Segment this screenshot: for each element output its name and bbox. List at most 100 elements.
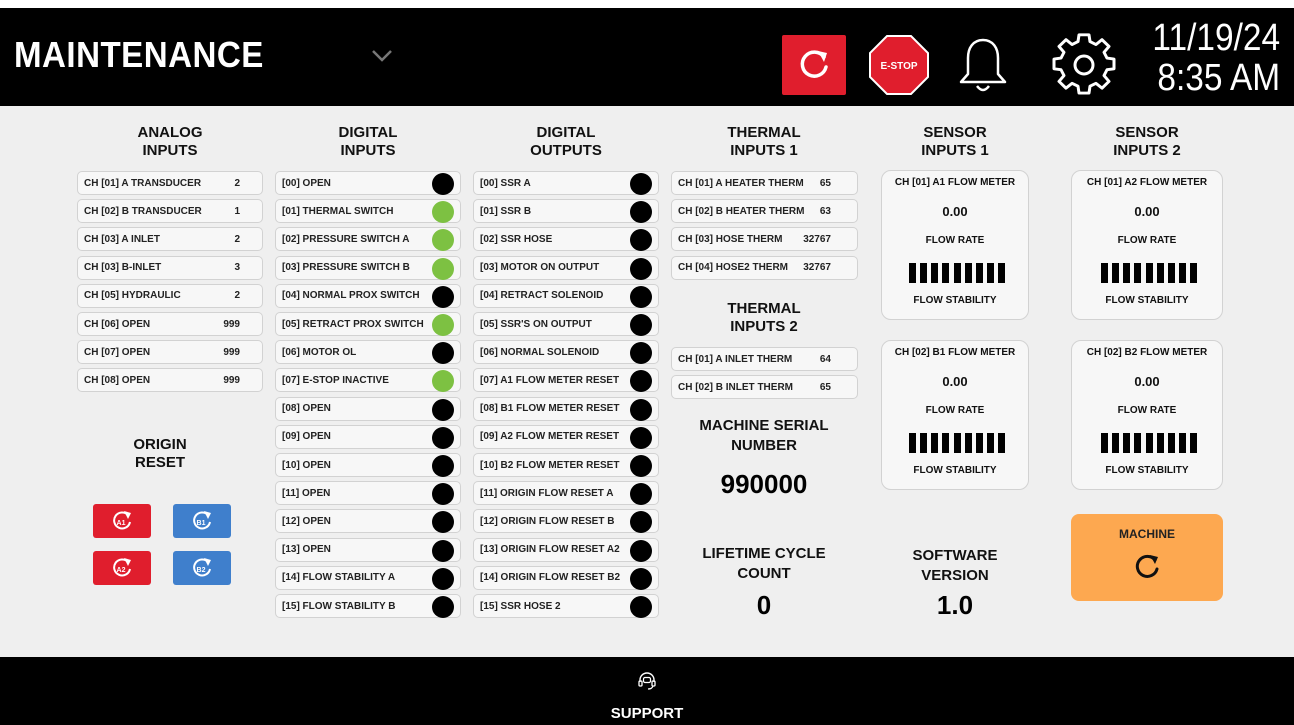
origin-reset-a2-button[interactable]: A2	[93, 551, 151, 585]
stability-bar	[964, 433, 972, 453]
page-title: MAINTENANCE	[14, 34, 264, 75]
digital-outputs-title-line1: DIGITAL	[536, 124, 596, 141]
stability-bar	[1101, 433, 1108, 453]
origin-title-line1: ORIGIN	[133, 436, 187, 453]
stability-bar	[1156, 263, 1164, 283]
origin-button-label: B1	[197, 520, 206, 527]
sensor-inputs-2-title: SENSOR INPUTS 2	[1071, 124, 1223, 160]
status-indicator	[630, 342, 652, 365]
stability-bar	[1123, 263, 1131, 283]
software-label-line1: SOFTWARE	[912, 547, 998, 564]
origin-reset-title: ORIGIN RESET	[100, 436, 220, 472]
reset-icon: A2	[113, 558, 131, 577]
stability-bar	[1112, 433, 1120, 453]
digital-input-row: [08] OPEN	[275, 396, 461, 421]
channel-value: 65	[819, 381, 831, 393]
digital-input-row: [14] FLOW STABILITY A	[275, 565, 461, 590]
stability-bar	[1190, 263, 1197, 283]
thermal-input-row: CH [01] A INLET THERM 64	[671, 347, 858, 371]
status-indicator	[432, 229, 454, 252]
status-indicator	[432, 483, 454, 506]
time-text: 8:35 AM	[1157, 57, 1280, 99]
digital-output-row: [11] ORIGIN FLOW RESET A	[473, 481, 659, 506]
channel-value: 32767	[803, 262, 831, 274]
machine-reset-button[interactable]: MACHINE	[1071, 514, 1223, 601]
support-button[interactable]: SUPPORT	[597, 663, 697, 723]
analog-title-line2: INPUTS	[142, 142, 198, 159]
channel-value: 63	[819, 205, 831, 217]
flow-value: 0.00	[1134, 374, 1160, 389]
digital-input-row: [06] MOTOR OL	[275, 340, 461, 365]
status-indicator	[432, 398, 454, 421]
stability-bar	[942, 263, 950, 283]
date-text: 11/19/24	[1152, 17, 1280, 59]
status-indicator	[630, 201, 652, 224]
sensor1-title-line2: INPUTS 1	[921, 142, 989, 159]
status-indicator	[630, 539, 652, 562]
sensor1-title-line1: SENSOR	[923, 124, 987, 141]
digital-input-row: [10] OPEN	[275, 453, 461, 477]
channel-label: CH [07] OPEN	[84, 346, 151, 358]
origin-reset-a1-button[interactable]: A1	[93, 504, 151, 538]
sensor2-title-line1: SENSOR	[1115, 124, 1179, 141]
flow-stability-label: FLOW STABILITY	[1105, 465, 1189, 476]
sensor-inputs-1-title: SENSOR INPUTS 1	[881, 124, 1029, 160]
status-indicator	[630, 314, 652, 336]
stability-bar	[953, 433, 961, 453]
stability-bar	[998, 263, 1005, 283]
status-indicator	[630, 285, 652, 308]
footer-bar: SUPPORT	[0, 657, 1294, 725]
refresh-button[interactable]	[782, 35, 846, 95]
origin-button-label: B2	[197, 567, 206, 574]
page-dropdown[interactable]	[362, 36, 402, 76]
thermal1-title-line2: INPUTS 1	[730, 142, 798, 159]
estop-button[interactable]: E-STOP	[868, 34, 930, 96]
digital-output-row: [00] SSR A	[473, 171, 659, 195]
thermal1-title-line1: THERMAL	[727, 124, 801, 141]
status-indicator	[432, 257, 454, 280]
digital-output-row: [06] NORMAL SOLENOID	[473, 340, 659, 365]
status-indicator	[630, 455, 652, 477]
digital-output-row: [04] RETRACT SOLENOID	[473, 283, 659, 308]
digital-input-row: [03] PRESSURE SWITCH B	[275, 255, 461, 280]
lifetime-label-line1: LIFETIME CYCLE	[702, 545, 826, 562]
status-indicator	[432, 426, 454, 449]
flow-stability-label: FLOW STABILITY	[1105, 295, 1189, 306]
digital-input-row: [15] FLOW STABILITY B	[275, 594, 461, 618]
stability-bar	[942, 433, 950, 453]
reset-icon: B1	[193, 511, 211, 530]
bell-icon	[959, 38, 1007, 92]
software-version-value: 1.0	[936, 590, 974, 620]
stability-bar	[1178, 433, 1186, 453]
digital-output-row: [12] ORIGIN FLOW RESET B	[473, 509, 659, 534]
digital-input-row: [01] THERMAL SWITCH	[275, 199, 461, 224]
flow-stability-label: FLOW STABILITY	[913, 295, 997, 306]
channel-value: 65	[819, 177, 831, 189]
digital-output-row: [07] A1 FLOW METER RESET	[473, 368, 659, 393]
stability-bar	[920, 263, 928, 283]
channel-label: CH [01] A INLET THERM	[678, 353, 793, 365]
origin-reset-b1-button[interactable]: B1	[173, 504, 231, 538]
digital-input-row: [00] OPEN	[275, 171, 461, 195]
digital-output-row: [03] MOTOR ON OUTPUT	[473, 255, 659, 280]
channel-label: CH [04] HOSE2 THERM	[678, 262, 789, 274]
notifications-button[interactable]	[955, 34, 1011, 96]
stability-bar	[931, 433, 939, 453]
flow-rate-label: FLOW RATE	[1117, 405, 1177, 416]
stability-bar	[1134, 263, 1142, 283]
channel-value: 999	[223, 318, 240, 330]
channel-value: 64	[819, 353, 831, 365]
stability-bar	[931, 263, 939, 283]
digital-input-row: [04] NORMAL PROX SWITCH	[275, 283, 461, 308]
channel-label: CH [01] A TRANSDUCER	[84, 177, 202, 189]
stability-bar	[909, 433, 916, 453]
flow-stability-label: FLOW STABILITY	[913, 465, 997, 476]
status-indicator	[432, 455, 454, 477]
thermal-input-row: CH [01] A HEATER THERM 65	[671, 171, 858, 195]
channel-label: CH [02] B TRANSDUCER	[84, 205, 202, 217]
stability-bar	[986, 263, 994, 283]
lifetime-cycle-label: LIFETIME CYCLE COUNT	[672, 544, 856, 584]
settings-button[interactable]	[1052, 33, 1116, 97]
digital-output-row: [15] SSR HOSE 2	[473, 594, 659, 618]
origin-reset-b2-button[interactable]: B2	[173, 551, 231, 585]
